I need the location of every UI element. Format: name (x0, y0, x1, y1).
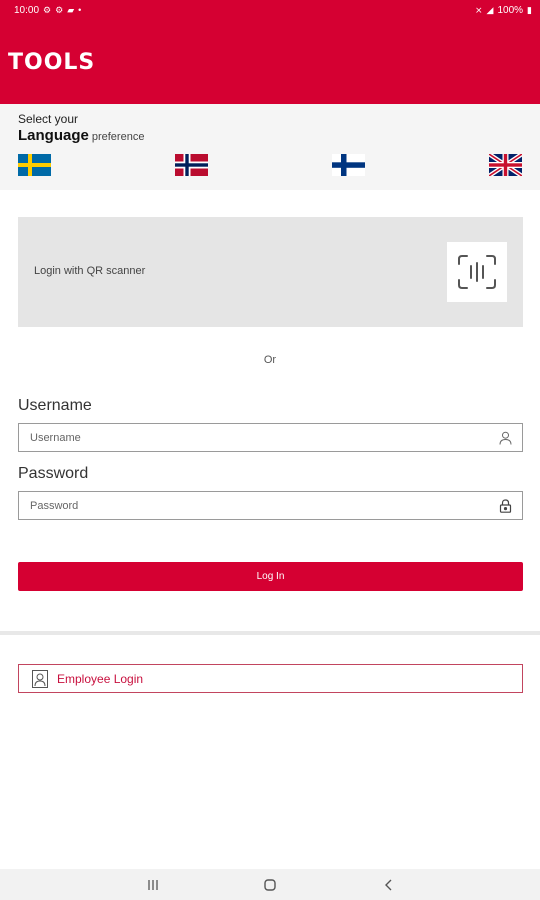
language-selector: Select your Language preference (0, 104, 540, 190)
uk-flag-icon[interactable] (489, 154, 522, 176)
qr-scan-button[interactable] (447, 242, 507, 302)
qr-login-card[interactable]: Login with QR scanner (18, 217, 523, 327)
user-icon (499, 431, 512, 445)
app-title: TOOLS (8, 49, 96, 75)
username-label: Username (18, 397, 92, 414)
username-input[interactable] (19, 424, 522, 451)
norway-flag-icon[interactable] (175, 154, 208, 176)
mute-icon: ⨯ (475, 4, 483, 15)
password-input[interactable] (19, 492, 522, 519)
password-field[interactable] (18, 491, 523, 520)
system-nav-bar (0, 869, 540, 900)
sweden-flag-icon[interactable] (18, 154, 51, 176)
recent-apps-icon[interactable] (145, 877, 161, 893)
qr-scan-icon (458, 255, 496, 289)
language-preference-text: preference (91, 131, 145, 143)
login-button[interactable]: Log In (18, 562, 523, 591)
employee-login-label: Employee Login (57, 671, 144, 686)
home-icon[interactable] (262, 877, 278, 893)
app-bar: TOOLS (0, 20, 540, 104)
qr-login-label: Login with QR scanner (34, 265, 146, 277)
employee-login-button[interactable]: Employee Login (18, 664, 523, 693)
section-divider (0, 631, 540, 635)
dot-icon: • (78, 4, 82, 15)
battery-level: 100% (497, 4, 524, 16)
battery-icon: ▮ (527, 4, 532, 15)
status-bar: 10:00 ⚙ ⚙ ▰ • ⨯ ◢ 100% ▮ (0, 0, 540, 20)
status-left: 10:00 ⚙ ⚙ ▰ • (14, 5, 81, 16)
language-select-text: Select your (18, 112, 79, 126)
language-heading: Language preference (18, 127, 144, 145)
signal-icon: ◢ (486, 4, 494, 15)
employee-icon (32, 669, 48, 688)
password-label: Password (18, 465, 89, 482)
gear-icon: ⚙ (55, 4, 64, 15)
or-separator: Or (263, 354, 277, 366)
finland-flag-icon[interactable] (332, 154, 365, 176)
language-word: Language (18, 127, 89, 144)
chat-icon: ▰ (67, 4, 75, 15)
back-icon[interactable] (381, 877, 397, 893)
status-time: 10:00 (14, 4, 40, 16)
status-right: ⨯ ◢ 100% ▮ (475, 5, 532, 16)
username-field[interactable] (18, 423, 523, 452)
gear-icon: ⚙ (43, 4, 52, 15)
lock-icon (499, 499, 512, 513)
